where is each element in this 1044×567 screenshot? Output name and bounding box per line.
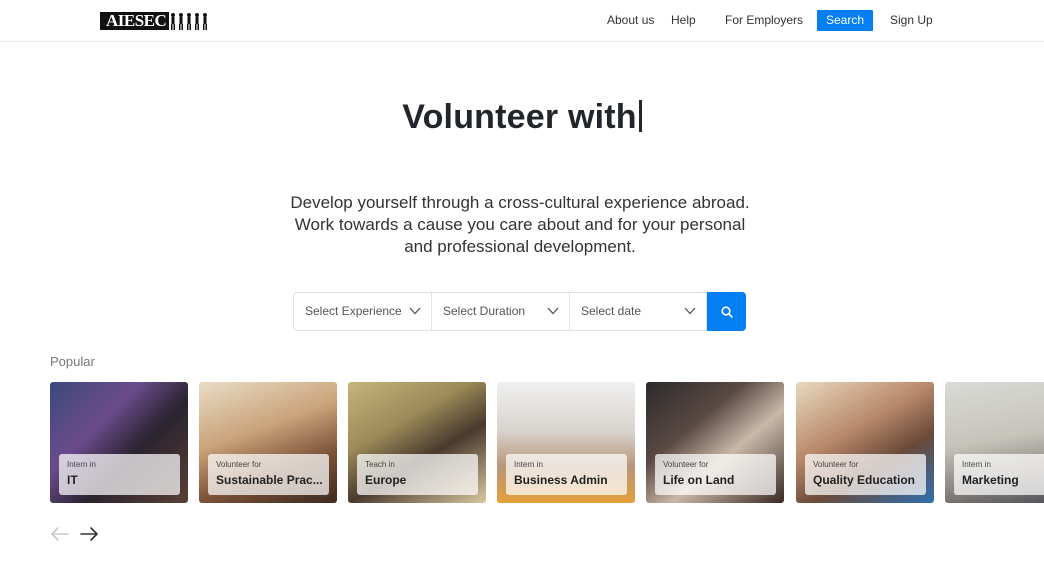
card-caption: Teach in Europe <box>357 454 478 495</box>
duration-select[interactable]: Select Duration <box>431 292 569 331</box>
nav-for-employers[interactable]: For Employers <box>725 10 803 31</box>
nav-help[interactable]: Help <box>671 10 696 31</box>
card-category: Europe <box>365 473 407 487</box>
hero-title: Volunteer with <box>0 98 1044 137</box>
card-kicker: Intern in <box>962 460 991 469</box>
card-category: IT <box>67 473 78 487</box>
card-category: Life on Land <box>663 473 735 487</box>
hero-title-text: Volunteer with <box>402 98 637 136</box>
card-kicker: Intern in <box>67 460 96 469</box>
card-caption: Intern in Marketing <box>954 454 1044 495</box>
date-select[interactable]: Select date <box>569 292 707 331</box>
opportunity-search-bar: Select Experience Select Duration Select… <box>293 292 746 331</box>
card-kicker: Teach in <box>365 460 395 469</box>
card-caption: Volunteer for Quality Education <box>805 454 926 495</box>
card-caption: Volunteer for Sustainable Prac... <box>208 454 329 495</box>
nav-about-us[interactable]: About us <box>607 10 654 31</box>
date-select-value: Select date <box>581 304 642 318</box>
card-category: Quality Education <box>813 473 916 487</box>
card-kicker: Volunteer for <box>216 460 262 469</box>
search-submit-button[interactable] <box>707 292 746 331</box>
card-caption: Intern in IT <box>59 454 180 495</box>
popular-card[interactable]: Intern in IT <box>50 382 188 503</box>
card-kicker: Volunteer for <box>663 460 709 469</box>
typing-cursor <box>638 100 642 132</box>
hero-description-line: Develop yourself through a cross-cultura… <box>290 193 750 212</box>
card-caption: Intern in Business Admin <box>506 454 627 495</box>
chevron-down-icon <box>409 307 421 315</box>
main-nav: About us Help For Employers Search Sign … <box>0 10 1044 32</box>
card-category: Business Admin <box>514 473 608 487</box>
nav-sign-up[interactable]: Sign Up <box>890 10 933 31</box>
popular-carousel: Intern in IT Volunteer for Sustainable P… <box>50 382 1044 504</box>
card-kicker: Volunteer for <box>813 460 859 469</box>
card-kicker: Intern in <box>514 460 543 469</box>
search-icon <box>720 305 733 318</box>
hero-description-line: Work towards a cause you care about and … <box>294 215 746 234</box>
experience-select[interactable]: Select Experience <box>293 292 431 331</box>
arrow-right-icon[interactable] <box>79 524 99 544</box>
site-header: AIESEC About us Help For Employers Searc… <box>0 0 1044 42</box>
duration-select-value: Select Duration <box>443 304 526 318</box>
popular-card[interactable]: Teach in Europe <box>348 382 486 503</box>
chevron-down-icon <box>684 307 696 315</box>
popular-card[interactable]: Intern in Marketing <box>945 382 1044 503</box>
popular-card[interactable]: Volunteer for Quality Education <box>796 382 934 503</box>
card-category: Marketing <box>962 473 1019 487</box>
hero-description: Develop yourself through a cross-cultura… <box>282 192 758 258</box>
arrow-left-icon[interactable] <box>50 524 70 544</box>
popular-card[interactable]: Intern in Business Admin <box>497 382 635 503</box>
popular-heading: Popular <box>50 354 95 369</box>
hero-description-line: and professional development. <box>404 237 636 256</box>
chevron-down-icon <box>547 307 559 315</box>
card-caption: Volunteer for Life on Land <box>655 454 776 495</box>
nav-search-button[interactable]: Search <box>817 10 874 31</box>
experience-select-value: Select Experience <box>305 304 402 318</box>
card-category: Sustainable Prac... <box>216 473 323 487</box>
popular-card[interactable]: Volunteer for Life on Land <box>646 382 784 503</box>
popular-card[interactable]: Volunteer for Sustainable Prac... <box>199 382 337 503</box>
